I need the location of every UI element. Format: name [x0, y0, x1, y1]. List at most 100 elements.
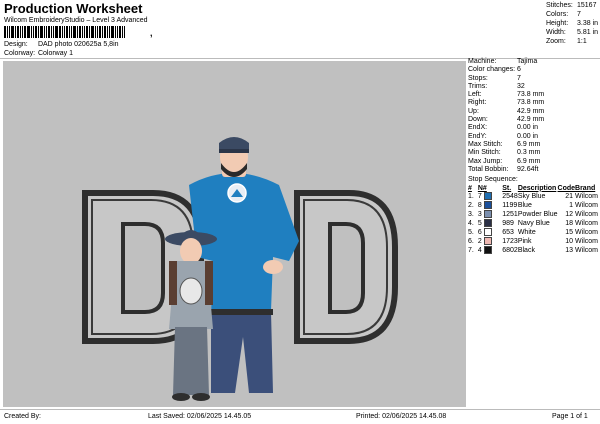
thread-brand: Wilcom [575, 228, 598, 236]
stop-number: 5. [468, 228, 474, 236]
stitch-count: 2548 [502, 192, 518, 200]
color-code: 1 [569, 201, 574, 209]
detail-value: 0.00 in [517, 124, 539, 132]
color-code: 21 [565, 192, 574, 200]
color-code: 12 [565, 210, 574, 218]
software-subtitle: Wilcom EmbroideryStudio – Level 3 Advanc… [4, 17, 148, 24]
detail-row: Right: 73.8 mm [468, 99, 598, 107]
thread-brand: Wilcom [575, 246, 598, 254]
detail-value: 0.00 in [517, 132, 539, 140]
detail-value: 92.64ft [517, 165, 539, 173]
detail-row: Machine: Tajima [468, 58, 598, 66]
detail-label: Stops: [468, 74, 488, 82]
detail-label: Left: [468, 91, 482, 99]
color-code: 13 [565, 246, 574, 254]
needle-cell: 4 [478, 246, 502, 255]
detail-label: Max Stitch: [468, 140, 503, 148]
embroidery-artwork [82, 137, 398, 401]
detail-row: EndY: 0.00 in [468, 133, 598, 141]
column-header: St. [502, 184, 512, 192]
color-code: 18 [565, 219, 574, 227]
detail-row: Trims: 32 [468, 83, 598, 91]
table-row: 3. 3 1251 Powder Blue 12 Wilcom [468, 210, 598, 219]
color-description: White [517, 228, 536, 236]
stop-number: 1. [468, 192, 474, 200]
detail-label: Color changes: [468, 66, 516, 74]
created-by: Created By: [4, 413, 41, 420]
stitch-count: 653 [502, 228, 514, 236]
table-row: 1. 7 2548 Sky Blue 21 Wilcom [468, 192, 598, 201]
detail-row: EndX: 0.00 in [468, 124, 598, 132]
colorway-label: Colorway: [4, 50, 36, 57]
column-header: Description [517, 184, 557, 192]
detail-label: Machine: [468, 58, 497, 65]
detail-row: Color changes: 6 [468, 66, 598, 74]
detail-value: 0.3 mm [517, 149, 541, 157]
colorway-row: Colorway: Colorway 1 [4, 50, 73, 57]
detail-label: Up: [468, 107, 479, 115]
table-row: 7. 4 6802 Black 13 Wilcom [468, 246, 598, 255]
color-swatch [483, 246, 492, 255]
last-saved: Last Saved: 02/06/2025 14.45.05 [148, 413, 252, 420]
stitch-count: 1251 [502, 210, 518, 218]
thread-brand: Wilcom [575, 201, 598, 209]
color-description: Sky Blue [517, 192, 546, 200]
needle-number: 2 [477, 238, 482, 246]
barcode [4, 26, 150, 38]
summary-panel: Stitches: 15167 Colors: 7 Height: 3.38 in W… [546, 2, 598, 47]
needle-number: 4 [477, 247, 482, 255]
needle-cell: 6 [478, 228, 502, 237]
detail-label: Total Bobbin: [468, 165, 509, 173]
needle-number: 3 [477, 211, 482, 219]
summary-row: Colors: 7 [546, 11, 598, 20]
footer-divider [0, 409, 600, 410]
detail-value: 73.8 mm [517, 91, 545, 99]
stop-sequence-title: Stop Sequence: [468, 176, 518, 184]
detail-label: Trims: [468, 82, 488, 90]
table-header-row: # N# St. Description Code Brand [468, 184, 598, 192]
needle-number: 7 [477, 193, 482, 200]
worksheet-title: Production Worksheet [4, 1, 143, 16]
summary-label: Height: [546, 20, 569, 27]
detail-row: Stops: 7 [468, 75, 598, 83]
color-swatch [483, 219, 492, 228]
detail-row: Total Bobbin: 92.64ft [468, 166, 598, 174]
colorway-value: Colorway 1 [37, 50, 73, 57]
column-header: # [468, 184, 472, 192]
detail-value: 6.9 mm [517, 157, 541, 165]
column-header: N# [477, 184, 487, 192]
detail-value: 6 [517, 66, 521, 74]
color-swatch [483, 192, 492, 201]
needle-cell: 5 [478, 219, 502, 228]
color-description: Powder Blue [517, 210, 558, 218]
design-row: Design: DAD photo 020625a 5,8in [4, 41, 119, 48]
summary-value: 3.38 in [577, 20, 599, 27]
table-row: 6. 2 1723 Pink 10 Wilcom [468, 237, 598, 246]
color-description: Black [517, 246, 535, 254]
detail-row: Down: 42.9 mm [468, 116, 598, 124]
stitch-count: 1723 [502, 237, 518, 245]
stop-number: 2. [468, 201, 474, 209]
detail-label: Max Jump: [468, 157, 503, 165]
column-header: Code [557, 184, 576, 192]
design-value: DAD photo 020625a 5,8in [37, 41, 119, 48]
color-swatch [483, 210, 492, 219]
color-swatch [483, 237, 492, 246]
design-preview [3, 61, 466, 407]
detail-value: 73.8 mm [517, 99, 545, 107]
color-swatch [483, 228, 492, 237]
detail-label: EndY: [468, 132, 487, 140]
summary-value: 7 [577, 11, 581, 18]
detail-label: EndX: [468, 124, 488, 132]
needle-cell: 3 [478, 210, 502, 219]
stop-number: 6. [468, 237, 474, 245]
summary-row: Zoom: 1:1 [546, 38, 598, 47]
detail-value: Tajima [517, 58, 538, 65]
detail-label: Min Stitch: [468, 149, 501, 157]
detail-label: Right: [468, 99, 487, 107]
thread-brand: Wilcom [575, 210, 598, 218]
summary-label: Zoom: [546, 38, 566, 45]
summary-value: 1:1 [577, 38, 587, 45]
needle-cell: 7 [478, 192, 502, 201]
color-description: Navy Blue [517, 219, 550, 227]
